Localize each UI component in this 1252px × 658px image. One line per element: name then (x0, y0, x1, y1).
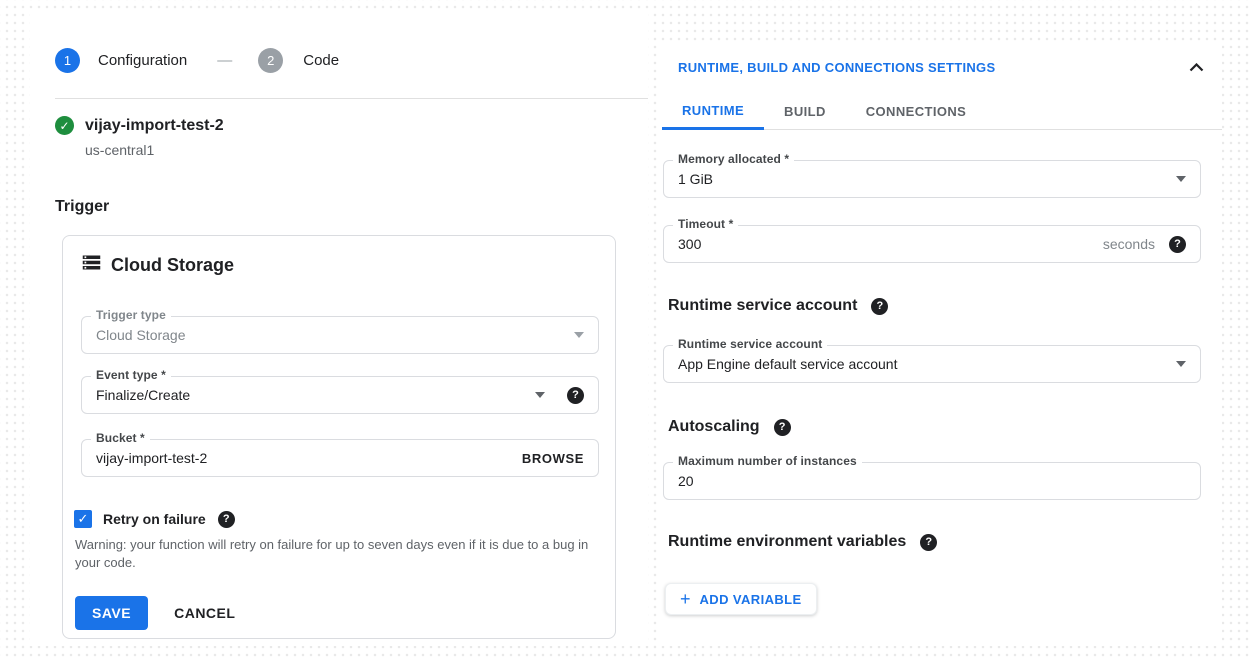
timeout-label: Timeout * (673, 217, 738, 231)
event-type-label: Event type * (91, 368, 171, 382)
service-account-section-title: Runtime service account ? (668, 297, 888, 315)
runtime-service-account-field[interactable]: Runtime service account App Engine defau… (663, 345, 1201, 383)
runtime-service-account-value: App Engine default service account (678, 356, 1176, 372)
timeout-suffix: seconds (1103, 236, 1155, 252)
settings-tabs: RUNTIME BUILD CONNECTIONS (662, 93, 1222, 130)
event-type-value: Finalize/Create (96, 387, 535, 403)
tab-runtime[interactable]: RUNTIME (662, 93, 764, 130)
cloud-function-config-page: 1 Configuration — 2 Code ✓ vijay-import-… (0, 0, 1252, 658)
timeout-value: 300 (678, 236, 1103, 252)
service-account-section-label: Runtime service account (668, 297, 857, 315)
env-vars-section-label: Runtime environment variables (668, 533, 906, 551)
env-vars-help-icon[interactable]: ? (920, 534, 937, 551)
step-1-label[interactable]: Configuration (98, 52, 187, 69)
event-type-field[interactable]: Event type * Finalize/Create ? (81, 376, 599, 414)
autoscaling-section-label: Autoscaling (668, 418, 760, 436)
max-instances-value: 20 (678, 473, 1186, 489)
function-name: vijay-import-test-2 (85, 117, 224, 135)
step-1-circle[interactable]: 1 (55, 48, 80, 73)
memory-allocated-field[interactable]: Memory allocated * 1 GiB (663, 160, 1201, 198)
retry-label[interactable]: Retry on failure (103, 511, 206, 527)
save-button[interactable]: SAVE (75, 596, 148, 630)
add-variable-label: ADD VARIABLE (700, 592, 802, 607)
autoscaling-section-title: Autoscaling ? (668, 418, 791, 436)
retry-help-icon[interactable]: ? (218, 511, 235, 528)
runtime-settings-panel: RUNTIME, BUILD AND CONNECTIONS SETTINGS … (660, 45, 1222, 646)
add-variable-button[interactable]: + ADD VARIABLE (665, 583, 817, 615)
dropdown-caret-icon (574, 332, 584, 338)
trigger-card-header: Cloud Storage (81, 252, 234, 278)
stepper-divider (55, 98, 648, 99)
dropdown-caret-icon (1176, 176, 1186, 182)
bucket-field[interactable]: Bucket * vijay-import-test-2 BROWSE (81, 439, 599, 477)
max-instances-field[interactable]: Maximum number of instances 20 (663, 462, 1201, 500)
plus-icon: + (680, 590, 691, 608)
function-header: ✓ vijay-import-test-2 (55, 116, 224, 135)
tab-connections[interactable]: CONNECTIONS (846, 93, 986, 130)
retry-warning-text: Warning: your function will retry on fai… (75, 536, 593, 572)
memory-allocated-value: 1 GiB (678, 171, 1176, 187)
retry-checkbox[interactable]: ✓ (74, 510, 92, 528)
max-instances-label: Maximum number of instances (673, 454, 862, 468)
trigger-type-value: Cloud Storage (96, 327, 574, 343)
tab-build[interactable]: BUILD (764, 93, 846, 130)
card-actions: SAVE CANCEL (75, 596, 235, 630)
step-2-circle[interactable]: 2 (258, 48, 283, 73)
retry-row: ✓ Retry on failure ? (74, 510, 235, 528)
trigger-card-title: Cloud Storage (111, 255, 234, 276)
memory-allocated-label: Memory allocated * (673, 152, 794, 166)
bucket-label: Bucket * (91, 431, 150, 445)
configuration-panel: 1 Configuration — 2 Code ✓ vijay-import-… (30, 10, 648, 646)
step-2-label[interactable]: Code (303, 52, 339, 69)
browse-button[interactable]: BROWSE (522, 451, 584, 466)
trigger-section-title: Trigger (55, 198, 109, 216)
env-vars-section-title: Runtime environment variables ? (668, 533, 937, 551)
chevron-up-icon[interactable] (1189, 63, 1204, 72)
dropdown-caret-icon (535, 392, 545, 398)
function-region: us-central1 (85, 142, 154, 158)
trigger-type-field[interactable]: Trigger type Cloud Storage (81, 316, 599, 354)
trigger-type-label: Trigger type (91, 308, 171, 322)
service-account-help-icon[interactable]: ? (871, 298, 888, 315)
cloud-storage-icon (81, 252, 102, 278)
settings-section-header[interactable]: RUNTIME, BUILD AND CONNECTIONS SETTINGS (678, 60, 1204, 75)
autoscaling-help-icon[interactable]: ? (774, 419, 791, 436)
success-check-icon: ✓ (55, 116, 74, 135)
event-type-help-icon[interactable]: ? (567, 387, 584, 404)
stepper: 1 Configuration — 2 Code (55, 48, 339, 73)
step-separator: — (217, 52, 232, 69)
timeout-field[interactable]: Timeout * 300 seconds ? (663, 225, 1201, 263)
trigger-card: Cloud Storage Trigger type Cloud Storage… (62, 235, 616, 639)
bucket-value: vijay-import-test-2 (96, 450, 522, 466)
cancel-button[interactable]: CANCEL (174, 605, 235, 621)
runtime-service-account-label: Runtime service account (673, 337, 827, 351)
settings-header-label: RUNTIME, BUILD AND CONNECTIONS SETTINGS (678, 60, 995, 75)
dropdown-caret-icon (1176, 361, 1186, 367)
timeout-help-icon[interactable]: ? (1169, 236, 1186, 253)
